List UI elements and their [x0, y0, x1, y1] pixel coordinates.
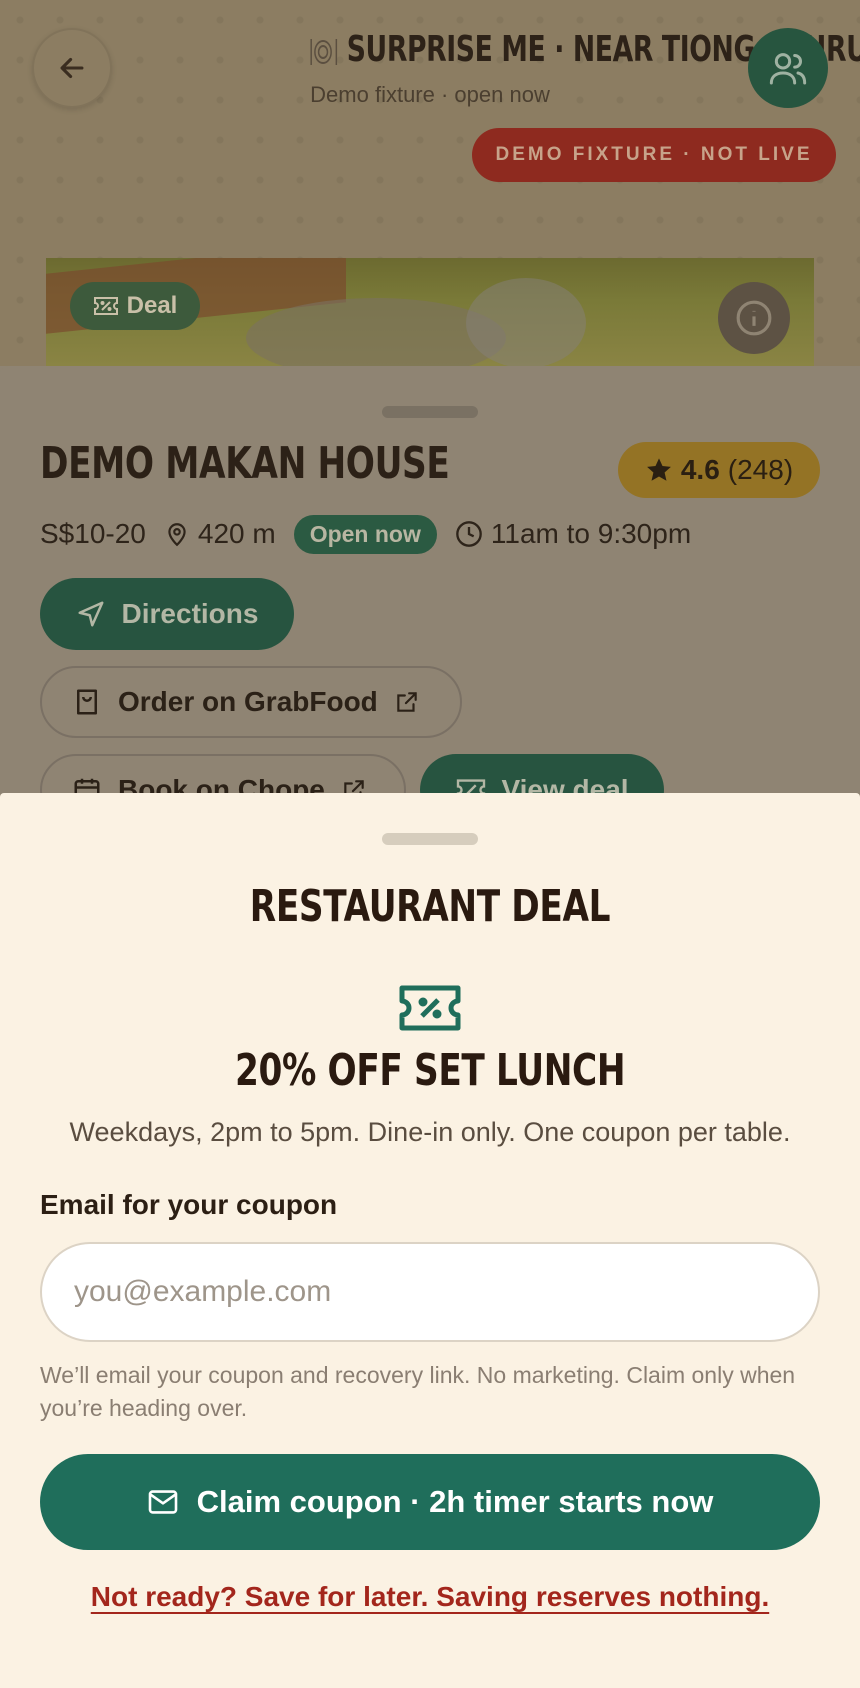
restaurant-name: DEMO MAKAN HOUSE — [40, 438, 450, 489]
clock-icon — [456, 521, 482, 547]
deal-title: 20% OFF SET LUNCH — [0, 1045, 860, 1096]
shopping-bag-icon — [77, 689, 97, 715]
header-subtitle: Demo fixture · open now — [310, 82, 550, 107]
card-drag-handle[interactable] — [382, 406, 478, 418]
claim-coupon-label: Claim coupon · 2h timer starts now — [196, 1484, 714, 1519]
plate-icon — [310, 39, 338, 65]
people-icon — [769, 53, 807, 85]
group-button[interactable] — [748, 28, 828, 108]
hours: 11am to 9:30pm — [455, 518, 691, 550]
deal-description: Weekdays, 2pm to 5pm. Dine-in only. One … — [69, 1117, 791, 1147]
deal-bottom-sheet: RESTAURANT DEAL 20% OFF SET LUNCH Weekda… — [0, 793, 860, 1688]
navigation-icon — [78, 601, 104, 627]
distance: 420 m — [164, 518, 276, 550]
open-status-pill: Open now — [293, 514, 437, 554]
deal-chip: Deal — [70, 282, 200, 330]
place-meta: S$10-20 420 m Open now 11am to 9:30pm — [40, 514, 691, 554]
info-button[interactable] — [718, 282, 790, 354]
map-pin-icon — [168, 523, 186, 547]
distance-value: 420 m — [197, 518, 276, 549]
star-icon — [646, 458, 671, 481]
directions-label: Directions — [121, 598, 259, 629]
email-label: Email for your coupon — [40, 1189, 338, 1220]
external-link-icon — [397, 692, 417, 712]
email-input[interactable] — [40, 1242, 820, 1342]
ticket-percent-icon — [93, 297, 118, 315]
email-helper-text: We’ll email your coupon and recovery lin… — [40, 1362, 796, 1421]
grabfood-button[interactable]: Order on GrabFood — [40, 666, 462, 738]
sheet-title: RESTAURANT DEAL — [0, 881, 860, 932]
header-title: SURPRISE ME · NEAR TIONG BAHRU — [210, 28, 860, 70]
save-for-later-label[interactable]: Not ready? Save for later. Saving reserv… — [91, 1581, 769, 1612]
directions-button[interactable]: Directions — [40, 578, 294, 650]
back-arrow-icon — [60, 57, 84, 79]
sheet-drag-handle[interactable] — [382, 833, 478, 845]
price-range: S$10-20 — [40, 518, 146, 549]
demo-fixture-badge: DEMO FIXTURE · NOT LIVE — [472, 128, 836, 182]
ticket-percent-icon — [399, 985, 461, 1031]
deal-title-text: 20% OFF SET LUNCH — [234, 1045, 626, 1096]
rating-value: 4.6 — [680, 454, 720, 485]
claim-coupon-button[interactable]: Claim coupon · 2h timer starts now — [40, 1454, 820, 1550]
sheet-title-text: RESTAURANT DEAL — [249, 881, 611, 932]
back-button[interactable] — [32, 28, 112, 108]
hours-value: 11am to 9:30pm — [490, 518, 692, 549]
restaurant-card: DEMO MAKAN HOUSE 4.6 (248) S$10-20 420 m… — [0, 366, 860, 826]
deal-chip-label: Deal — [126, 292, 178, 319]
info-icon — [736, 300, 772, 336]
grabfood-label: Order on GrabFood — [118, 686, 378, 717]
save-for-later-link[interactable]: Not ready? Save for later. Saving reserv… — [0, 1581, 860, 1613]
rating-badge: 4.6 (248) — [618, 442, 820, 498]
review-count: (248) — [727, 454, 794, 485]
mail-icon — [148, 1490, 177, 1514]
